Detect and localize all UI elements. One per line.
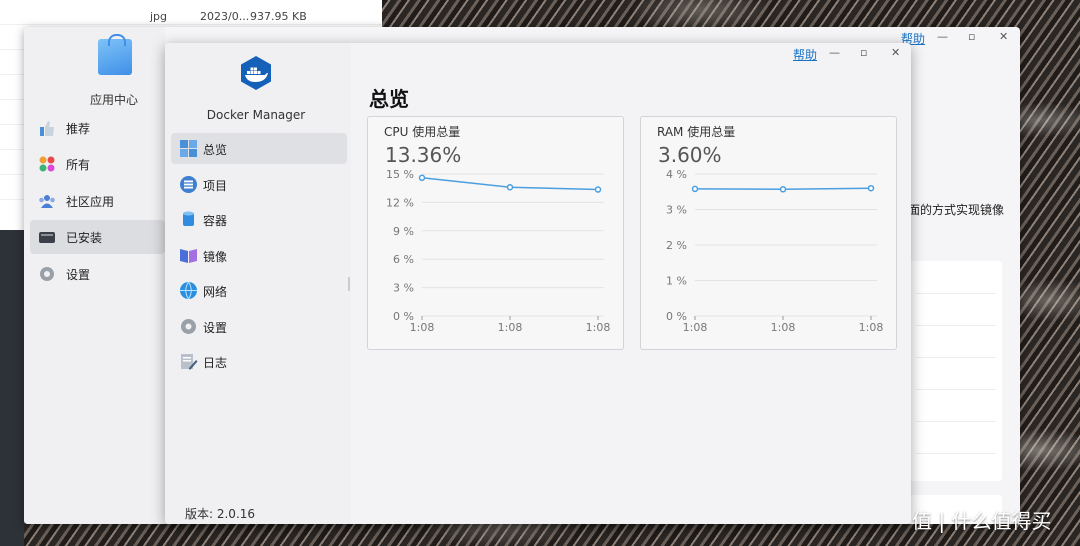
sidebar-item-projects[interactable]: 项目 <box>171 169 347 200</box>
sidebar-item-network[interactable]: 网络 <box>171 275 347 306</box>
data-point <box>594 186 602 193</box>
file-extension: jpg <box>150 10 168 23</box>
gear-icon <box>40 267 54 281</box>
y-tick-label: 12 % <box>386 196 414 209</box>
version-label: 版本: 2.0.16 <box>185 507 256 521</box>
x-tick-label: 1:08 <box>859 321 884 334</box>
sidebar-item-all[interactable]: 所有 <box>30 147 165 181</box>
sidebar-item-label: 容器 <box>203 214 228 228</box>
x-tick-label: 1:08 <box>410 321 435 334</box>
data-point <box>506 184 514 191</box>
y-tick-label: 3 % <box>393 282 414 295</box>
sidebar-item-logs[interactable]: 日志 <box>171 346 347 377</box>
sidebar-item-label: 镜像 <box>203 250 228 264</box>
file-size: 937.95 KB <box>250 10 307 23</box>
sidebar-item-label: 总览 <box>203 143 228 157</box>
log-edit-icon <box>181 354 198 370</box>
sidebar-item-overview[interactable]: 总览 <box>171 133 347 164</box>
ram-usage-chart: 0 %1 %2 %3 %4 %1:08 1:08 1:08 <box>666 168 884 334</box>
sidebar-item-label: 推荐 <box>66 122 91 136</box>
y-tick-label: 1 % <box>666 275 687 288</box>
sidebar-item-settings[interactable]: 设置 <box>30 257 165 291</box>
app-center-sidebar: 应用中心 推荐 所有 社区应用 已安装 设置 <box>24 27 165 524</box>
minimize-icon[interactable]: — <box>937 30 948 43</box>
maximize-icon[interactable]: ▫ <box>968 30 975 43</box>
sidebar-item-images[interactable]: 镜像 <box>171 240 347 271</box>
sidebar-scrollbar[interactable] <box>348 277 350 291</box>
sidebar-item-label: 设置 <box>66 268 91 282</box>
desktop-panel-strip <box>0 230 24 546</box>
sidebar-item-settings[interactable]: 设置 <box>171 311 347 342</box>
sidebar-item-label: 网络 <box>203 285 228 299</box>
app-detail-panel <box>910 261 1002 481</box>
docker-logo-icon <box>241 56 271 90</box>
x-tick-label: 1:08 <box>586 321 611 334</box>
sidebar-item-containers[interactable]: 容器 <box>171 204 347 235</box>
page-title: 总览 <box>369 87 409 111</box>
image-book-icon <box>180 249 197 263</box>
sidebar-item-label: 社区应用 <box>66 195 115 209</box>
y-tick-label: 6 % <box>393 253 414 266</box>
watermark: 值 | 什么值得买 <box>912 509 1052 533</box>
sidebar-item-community[interactable]: 社区应用 <box>30 184 165 218</box>
grid-apps-icon <box>39 156 55 172</box>
y-tick-label: 15 % <box>386 168 414 181</box>
sidebar-item-recommended[interactable]: 推荐 <box>30 111 165 145</box>
x-tick-label: 1:08 <box>771 321 796 334</box>
table-row[interactable]: jpg 2023/0... 937.95 KB <box>0 0 382 25</box>
sidebar-item-label: 设置 <box>203 321 228 335</box>
container-cylinder-icon <box>183 211 194 226</box>
network-globe-icon <box>180 281 197 300</box>
x-tick-label: 1:08 <box>683 321 708 334</box>
cpu-usage-card: CPU 使用总量 13.36% 0 % 3 % 6 % 9 % 12 % 15 % 1:08… <box>367 116 624 350</box>
docker-manager-window: Docker Manager 总览 项目 容器 镜像 网络 设置 日志 版本: … <box>165 43 911 524</box>
y-tick-label: 2 % <box>666 239 687 252</box>
project-list-icon <box>180 176 197 193</box>
y-tick-label: 9 % <box>393 225 414 238</box>
ram-usage-card: RAM 使用总量 3.60% 0 % 1 % 2 % 3 % 4 % 1:08 1:08 1:… <box>640 116 897 350</box>
thumbs-up-icon <box>40 121 54 136</box>
sidebar-item-label: 日志 <box>203 356 228 370</box>
data-point <box>691 185 699 193</box>
data-point <box>867 184 875 192</box>
app-description-text: 面的方式实现镜像 <box>908 203 1005 217</box>
file-date: 2023/0... <box>200 10 250 23</box>
y-tick-label: 4 % <box>666 168 687 181</box>
y-tick-label: 3 % <box>666 204 687 217</box>
docker-app-name: Docker Manager <box>206 108 306 122</box>
sidebar-item-installed[interactable]: 已安装 <box>30 220 165 254</box>
overview-grid-icon <box>180 140 197 157</box>
sidebar-item-label: 所有 <box>66 158 91 172</box>
cpu-usage-chart: 0 %3 %6 %9 %12 %15 %1:08 1:08 1:08 <box>386 168 611 334</box>
app-center-title: 应用中心 <box>90 93 139 107</box>
community-icon <box>39 195 55 208</box>
app-center-bag-icon <box>98 34 132 75</box>
sidebar-item-label: 项目 <box>203 179 228 193</box>
gear-icon <box>181 319 196 334</box>
data-point <box>418 174 426 182</box>
docker-sidebar: Docker Manager 总览 项目 容器 镜像 网络 设置 日志 版本: … <box>165 43 351 524</box>
sidebar-item-label: 已安装 <box>66 231 103 245</box>
close-icon[interactable]: ✕ <box>999 30 1008 43</box>
data-point <box>779 186 787 193</box>
installed-drive-icon <box>39 232 55 243</box>
docker-main-content: 总览 CPU 使用总量 13.36% 0 % 3 % 6 % 9 % 12 % 15 % 1… <box>351 43 911 524</box>
x-tick-label: 1:08 <box>498 321 523 334</box>
